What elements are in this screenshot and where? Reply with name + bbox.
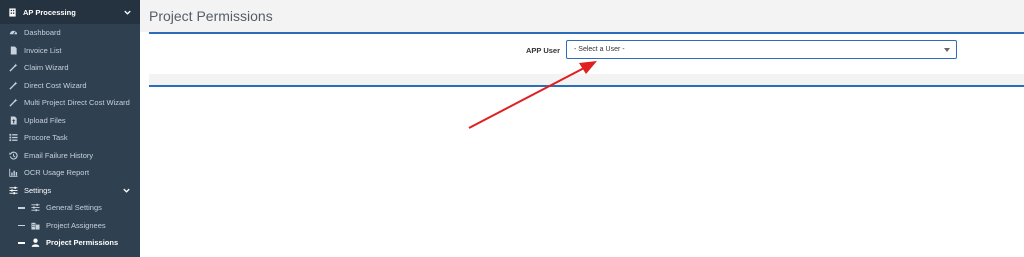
- chevron-down-icon: [122, 186, 131, 195]
- dashboard-icon: [9, 28, 18, 37]
- dash-marker: [18, 207, 25, 209]
- dash-marker: [18, 242, 25, 244]
- sidebar-item-label: General Settings: [46, 203, 102, 213]
- page-title: Project Permissions: [149, 8, 273, 24]
- filter-panel: APP User - Select a User -: [149, 32, 1024, 74]
- sidebar-subitem-project-permissions[interactable]: Project Permissions: [0, 234, 140, 252]
- list-icon: [9, 133, 18, 142]
- sidebar-item-claim-wizard[interactable]: Claim Wizard: [0, 59, 140, 77]
- sidebar-item-label: OCR Usage Report: [24, 168, 90, 178]
- sidebar-item-label: Email Failure History: [24, 150, 94, 160]
- sidebar-item-email-failure-history[interactable]: Email Failure History: [0, 147, 140, 165]
- user-icon: [31, 238, 40, 248]
- history-icon: [9, 151, 18, 160]
- sidebar-item-label: Direct Cost Wizard: [24, 80, 87, 90]
- sidebar-item-invoice-list[interactable]: Invoice List: [0, 42, 140, 60]
- file-icon: [9, 46, 18, 55]
- upload-file-icon: [9, 116, 18, 125]
- sidebar-item-label: Project Permissions: [46, 238, 119, 248]
- sidebar-item-settings[interactable]: Settings: [0, 182, 140, 200]
- sidebar-item-upload-files[interactable]: Upload Files: [0, 112, 140, 130]
- page-header: Project Permissions: [140, 0, 1024, 32]
- chevron-down-icon: [123, 8, 132, 17]
- sidebar-item-label: Settings: [24, 185, 52, 195]
- sliders-icon: [31, 203, 40, 212]
- main-content: Project Permissions APP User - Select a …: [140, 0, 1024, 257]
- app-user-label: APP User: [525, 46, 560, 55]
- sidebar-item-label: Upload Files: [24, 115, 66, 125]
- sidebar-header-ap-processing[interactable]: AP Processing: [0, 0, 140, 24]
- sidebar-item-procore-task[interactable]: Procore Task: [0, 129, 140, 147]
- app-user-select-value: - Select a User -: [574, 46, 625, 53]
- bar-chart-icon: [9, 168, 18, 177]
- panel-spacer: [149, 74, 1024, 85]
- wand-icon: [9, 63, 18, 72]
- sidebar-subitem-general-settings[interactable]: General Settings: [0, 199, 140, 217]
- sidebar-item-ocr-usage-report[interactable]: OCR Usage Report: [0, 164, 140, 182]
- sidebar-header-label: AP Processing: [23, 7, 76, 17]
- dash-marker: [18, 224, 25, 226]
- dropdown-caret-icon: [944, 47, 950, 52]
- sidebar-item-label: Dashboard: [24, 28, 61, 38]
- sidebar-item-dashboard[interactable]: Dashboard: [0, 24, 140, 42]
- sidebar-subitem-project-assignees[interactable]: Project Assignees: [0, 217, 140, 235]
- sidebar-item-direct-cost-wizard[interactable]: Direct Cost Wizard: [0, 77, 140, 95]
- sidebar-item-label: Multi Project Direct Cost Wizard: [24, 98, 130, 108]
- sidebar-item-multi-project-direct-cost-wizard[interactable]: Multi Project Direct Cost Wizard: [0, 94, 140, 112]
- sidebar-item-label: Invoice List: [24, 45, 62, 55]
- sidebar-item-label: Claim Wizard: [24, 63, 69, 73]
- sidebar-item-label: Project Assignees: [46, 220, 106, 230]
- results-panel: [149, 85, 1024, 257]
- wand-icon: [9, 81, 18, 90]
- building-icon: [8, 7, 17, 17]
- app-user-select[interactable]: - Select a User -: [566, 40, 957, 59]
- wand-icon: [9, 98, 18, 107]
- sidebar-item-label: Procore Task: [24, 133, 68, 143]
- buildings-icon: [31, 221, 40, 230]
- sidebar: AP Processing Dashboard Invoice List Cla…: [0, 0, 140, 257]
- sliders-icon: [9, 186, 18, 195]
